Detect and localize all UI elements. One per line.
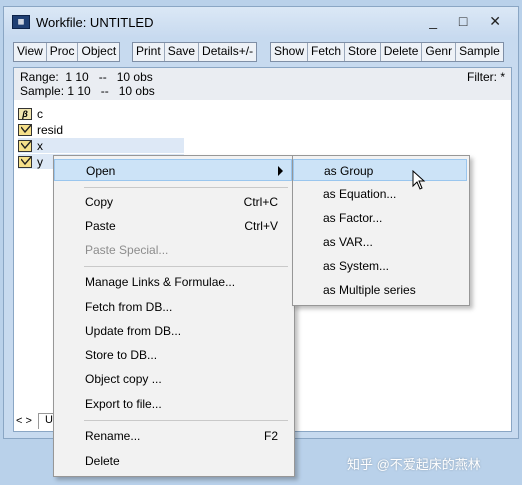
object-row-resid[interactable]: resid (18, 122, 63, 137)
menu-item-label: Paste Special... (85, 243, 169, 257)
menu-item-label: as Group (324, 164, 374, 178)
submenu-item-as-system[interactable]: as System... (293, 255, 467, 277)
series-icon (18, 155, 32, 168)
menu-item-object-copy[interactable]: Object copy ... (54, 368, 292, 390)
object-row-c[interactable]: β c (18, 106, 43, 121)
submenu-item-as-multiple-series[interactable]: as Multiple series (293, 279, 467, 301)
menu-shortcut: F2 (263, 429, 278, 443)
details-toggle-button[interactable]: Details+/- (199, 43, 256, 61)
series-icon (18, 123, 32, 136)
sample-button[interactable]: Sample (456, 43, 503, 61)
menu-shortcut: Ctrl+V (244, 219, 278, 233)
window-title: Workfile: UNTITLED (36, 15, 154, 30)
menu-item-label: as Equation... (323, 187, 397, 201)
menu-item-label: Delete (85, 454, 120, 468)
coefficient-vector-icon: β (18, 107, 32, 120)
watermark-text: 知乎 @不爱起床的燕林 (347, 457, 481, 472)
object-name: y (37, 154, 43, 169)
tab-nav-arrows[interactable]: < > (16, 415, 32, 427)
menu-item-label: Rename... (85, 429, 141, 443)
eviews-workfile-icon: ▦ (12, 15, 30, 29)
menu-item-rename[interactable]: Rename... F2 (54, 425, 292, 447)
submenu-item-as-var[interactable]: as VAR... (293, 231, 467, 253)
series-icon (18, 139, 32, 152)
menu-shortcut: Ctrl+C (243, 195, 278, 209)
title-bar[interactable]: ▦ Workfile: UNTITLED _ □ ✕ (4, 7, 518, 37)
menu-item-manage-links[interactable]: Manage Links & Formulae... (54, 271, 292, 293)
open-submenu: as Group as Equation... as Factor... as … (292, 155, 470, 306)
menu-item-delete[interactable]: Delete (54, 450, 292, 472)
menu-item-label: Fetch from DB... (85, 300, 173, 314)
range-text: Range: 1 10 -- 10 obs (20, 70, 153, 84)
menu-item-fetch-from-db[interactable]: Fetch from DB... (54, 296, 292, 318)
menu-item-paste-special: Paste Special... (54, 239, 292, 261)
submenu-arrow-icon (278, 166, 283, 176)
menu-item-label: Open (86, 164, 116, 178)
menu-item-update-from-db[interactable]: Update from DB... (54, 320, 292, 342)
sample-text: Sample: 1 10 -- 10 obs (20, 84, 155, 98)
toolbar-group-2: Print Save Details+/- (132, 42, 258, 62)
menu-separator (84, 266, 288, 267)
submenu-item-as-equation[interactable]: as Equation... (293, 183, 467, 205)
fetch-button[interactable]: Fetch (308, 43, 346, 61)
menu-item-label: Store to DB... (85, 348, 158, 362)
proc-button[interactable]: Proc (47, 43, 79, 61)
object-button[interactable]: Object (78, 43, 119, 61)
menu-item-store-to-db[interactable]: Store to DB... (54, 344, 292, 366)
object-name: c (37, 106, 43, 121)
menu-separator (84, 420, 288, 421)
object-row-x[interactable]: x (18, 138, 184, 153)
store-button[interactable]: Store (345, 43, 381, 61)
menu-item-label: as System... (323, 259, 390, 273)
menu-item-label: Object copy ... (85, 372, 162, 386)
filter-text: Filter: * (466, 70, 505, 84)
object-name: resid (37, 122, 64, 137)
menu-item-label: as Multiple series (323, 283, 416, 297)
menu-item-copy[interactable]: Copy Ctrl+C (54, 191, 292, 213)
save-button[interactable]: Save (165, 43, 200, 61)
menu-separator (84, 187, 288, 188)
submenu-item-as-factor[interactable]: as Factor... (293, 207, 467, 229)
toolbar-group-3: Show Fetch Store Delete Genr Sample (270, 42, 504, 62)
show-button[interactable]: Show (271, 43, 309, 61)
menu-item-label: Export to file... (85, 397, 162, 411)
context-menu: Open Copy Ctrl+C Paste Ctrl+V Paste Spec… (53, 155, 295, 477)
toolbar-group-1: View Proc Object (13, 42, 121, 62)
genr-button[interactable]: Genr (422, 43, 457, 61)
print-button[interactable]: Print (133, 43, 165, 61)
menu-item-label: Update from DB... (85, 324, 182, 338)
menu-item-label: Copy (85, 195, 114, 209)
menu-item-open[interactable]: Open (54, 159, 292, 181)
window-controls[interactable]: _ □ ✕ (429, 13, 510, 30)
view-button[interactable]: View (14, 43, 47, 61)
menu-item-label: as VAR... (323, 235, 373, 249)
menu-item-label: Paste (85, 219, 116, 233)
delete-button[interactable]: Delete (381, 43, 423, 61)
workfile-info: Range: 1 10 -- 10 obs Sample: 1 10 -- 10… (14, 68, 511, 100)
object-name: x (37, 138, 43, 153)
submenu-item-as-group[interactable]: as Group (293, 159, 467, 181)
menu-item-paste[interactable]: Paste Ctrl+V (54, 215, 292, 237)
menu-item-label: as Factor... (323, 211, 383, 225)
mouse-pointer-icon (412, 170, 426, 190)
menu-item-export-to-file[interactable]: Export to file... (54, 393, 292, 415)
menu-item-label: Manage Links & Formulae... (85, 275, 236, 289)
